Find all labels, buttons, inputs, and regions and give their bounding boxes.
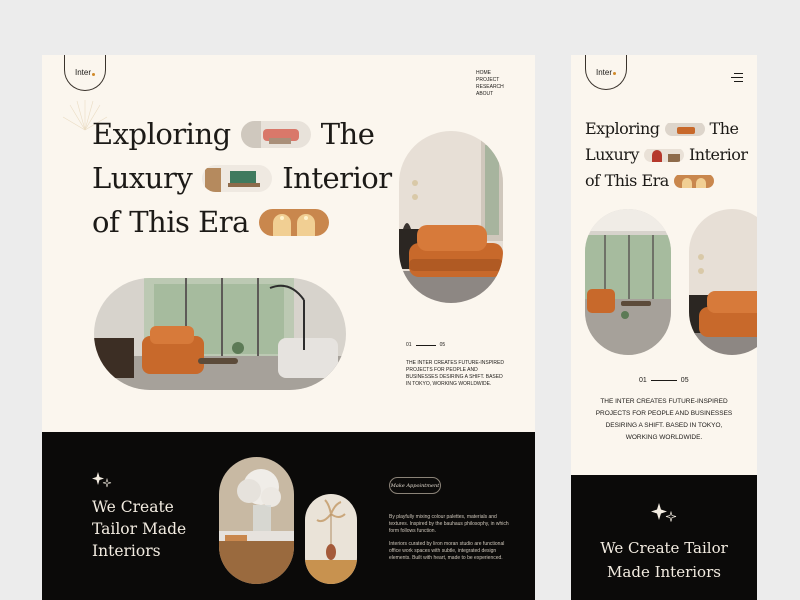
description-line: THE INTER CREATES FUTURE-INSPIRED xyxy=(600,398,728,405)
hero-horizontal-image xyxy=(94,278,346,390)
nav-research[interactable]: RESEARCH xyxy=(476,84,504,91)
headline-line-1: Exploring The xyxy=(92,117,375,151)
hero-description: THE INTER CREATES FUTURE-INSPIRED PROJEC… xyxy=(406,360,504,387)
hero-vertical-image xyxy=(399,131,503,303)
services-section: We Create Tailor Made Interiors Make App… xyxy=(42,432,535,600)
brand-logo[interactable]: Inter xyxy=(64,55,106,91)
sparkle-icon xyxy=(651,503,677,528)
headline-word: The xyxy=(709,119,739,138)
services-image-vase xyxy=(305,494,357,584)
mobile-image-sofa xyxy=(689,209,757,355)
counter-end: 05 xyxy=(680,377,689,384)
headline-pill-image xyxy=(673,174,714,188)
counter-start: 01 xyxy=(406,342,412,348)
services-title-line: Made Interiors xyxy=(607,563,721,581)
brand-name: Inter xyxy=(595,67,612,77)
mobile-hero-description: THE INTER CREATES FUTURE-INSPIRED PROJEC… xyxy=(571,396,757,444)
description-line: WORKING WORLDWIDE. xyxy=(625,434,703,441)
counter-line xyxy=(650,380,677,381)
services-title-line: We Create Tailor xyxy=(600,539,728,557)
sparkle-icon xyxy=(92,472,112,493)
nav-about[interactable]: ABOUT xyxy=(476,91,504,98)
services-title-line: Tailor Made xyxy=(92,520,187,538)
mobile-slide-counter: 01 05 xyxy=(639,377,689,384)
headline-word: Luxury xyxy=(585,145,639,164)
brand-name: Inter xyxy=(74,68,91,77)
headline-word: The xyxy=(320,117,375,151)
services-image-flowers xyxy=(219,457,294,584)
headline-word: Exploring xyxy=(92,117,231,151)
headline-word: This Era xyxy=(604,171,670,190)
services-title-line: We Create xyxy=(92,498,174,516)
services-paragraph-1: By playfully mixing colour palettes, mat… xyxy=(389,514,509,534)
headline-pill-image xyxy=(643,148,684,162)
counter-start: 01 xyxy=(639,377,647,384)
slide-counter: 01 05 xyxy=(406,342,445,348)
nav-home[interactable]: HOME xyxy=(476,70,504,77)
headline-line-3: of This Era xyxy=(92,205,329,239)
services-title-line: Interiors xyxy=(92,542,161,560)
headline-pill-image xyxy=(240,120,311,148)
headline-word: Interior xyxy=(688,145,748,164)
mobile-frame: Inter Exploring The Luxury Interior of T… xyxy=(571,55,757,600)
services-paragraph-2: Interiors curated by liron moran studio … xyxy=(389,541,505,561)
mobile-services-title: We Create Tailor Made Interiors xyxy=(571,536,757,584)
mobile-headline-line-1: Exploring The xyxy=(585,119,739,138)
headline-word: of xyxy=(585,171,600,190)
desktop-frame: Inter HOME PROJECT RESEARCH ABOUT Explor… xyxy=(42,55,535,600)
brand-logo-mobile[interactable]: Inter xyxy=(585,55,627,90)
services-title: We Create Tailor Made Interiors xyxy=(92,496,186,562)
mobile-services-section: We Create Tailor Made Interiors xyxy=(571,475,757,600)
headline-word: of xyxy=(92,205,120,239)
brand-dot xyxy=(92,72,95,76)
headline-line-2: Luxury Interior xyxy=(92,161,392,195)
main-nav: HOME PROJECT RESEARCH ABOUT xyxy=(476,70,504,98)
mobile-image-living-room xyxy=(585,209,671,355)
headline-pill-image xyxy=(202,164,273,192)
counter-end: 05 xyxy=(439,342,446,348)
make-appointment-label: Make Appointment xyxy=(390,482,440,489)
mobile-headline-line-3: of This Era xyxy=(585,171,714,190)
headline-pill-image xyxy=(258,208,329,236)
headline-word: This Era xyxy=(129,205,249,239)
headline-pill-image xyxy=(664,122,705,136)
counter-line xyxy=(415,344,436,346)
hamburger-menu-icon[interactable] xyxy=(731,69,743,82)
nav-project[interactable]: PROJECT xyxy=(476,77,504,84)
headline-word: Luxury xyxy=(92,161,193,195)
headline-word: Interior xyxy=(282,161,392,195)
mobile-headline-line-2: Luxury Interior xyxy=(585,145,748,164)
description-line: DESIRING A SHIFT. BASED IN TOKYO, xyxy=(605,422,723,429)
brand-dot xyxy=(613,72,616,75)
headline-word: Exploring xyxy=(585,119,660,138)
description-line: PROJECTS FOR PEOPLE AND BUSINESSES xyxy=(595,410,733,417)
make-appointment-button[interactable]: Make Appointment xyxy=(389,477,441,494)
